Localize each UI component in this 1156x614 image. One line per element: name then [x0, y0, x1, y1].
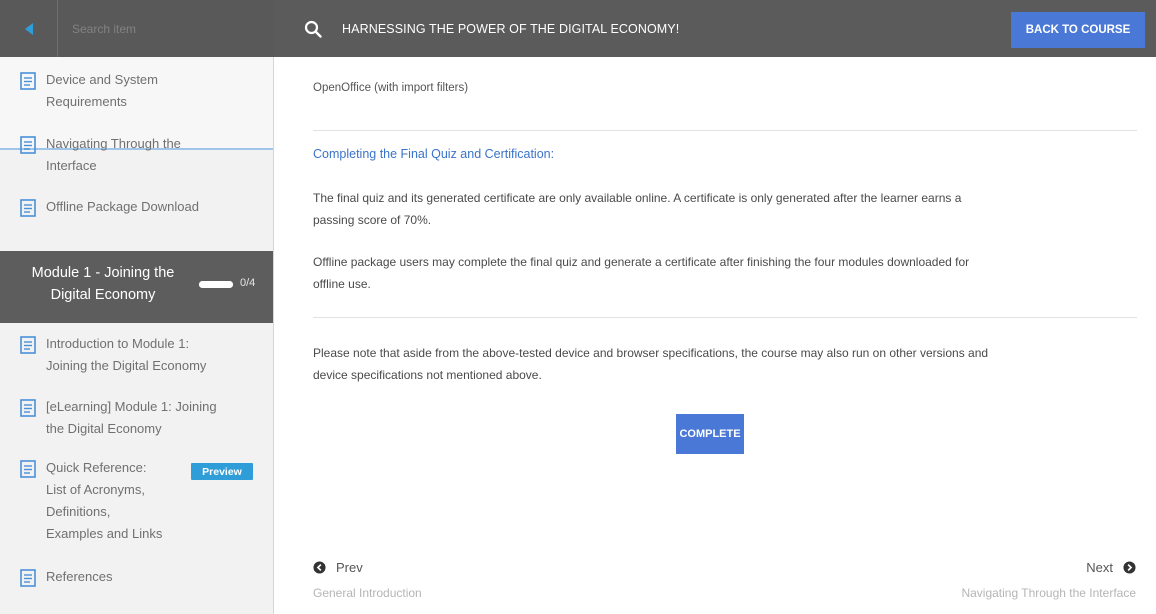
course-title: HARNESSING THE POWER OF THE DIGITAL ECON…	[342, 21, 680, 36]
sidebar-item-label: Quick Reference: List of Acronyms, Defin…	[46, 460, 163, 541]
document-icon	[20, 336, 36, 354]
module-title: Module 1 - Joining the Digital Economy	[31, 265, 175, 303]
search-area	[0, 0, 274, 57]
document-icon	[20, 136, 36, 154]
back-to-course-button[interactable]: BACK TO COURSE	[1011, 12, 1145, 48]
document-icon	[20, 399, 36, 417]
prev-lesson-title[interactable]: General Introduction	[313, 586, 422, 600]
lesson-content: OpenOffice (with import filters) Complet…	[275, 57, 1156, 614]
sidebar-item-offline-package[interactable]: Offline Package Download	[0, 196, 273, 226]
paragraph-offline-users: Offline package users may complete the f…	[313, 255, 970, 291]
sidebar-item-label: References	[46, 569, 113, 584]
paragraph-final-quiz: The final quiz and its generated certifi…	[313, 191, 962, 227]
sidebar-item-references[interactable]: References	[0, 566, 273, 596]
divider	[313, 317, 1137, 318]
paragraph-note: Please note that aside from the above-te…	[313, 346, 989, 382]
openoffice-text: OpenOffice (with import filters)	[313, 82, 469, 94]
back-arrow-icon[interactable]	[0, 0, 58, 57]
document-icon	[20, 569, 36, 587]
module-count: 0/4	[240, 277, 256, 289]
sidebar-item-label: Introduction to Module 1: Joining the Di…	[46, 336, 207, 373]
complete-button[interactable]: COMPLETE	[676, 414, 744, 454]
chevron-right-circle-icon	[1123, 561, 1136, 574]
section-heading: Completing the Final Quiz and Certificat…	[313, 147, 555, 161]
search-icon[interactable]	[304, 20, 322, 38]
search-input[interactable]	[58, 21, 258, 36]
sidebar-item-elearning-module-1[interactable]: [eLearning] Module 1: Joining the Digita…	[0, 396, 273, 446]
prev-label: Prev	[336, 560, 363, 575]
next-link[interactable]: Next	[1086, 560, 1136, 575]
module-progress-bar	[199, 281, 233, 288]
sidebar-item-label: Device and System Requirements	[46, 72, 158, 109]
chevron-left-circle-icon	[313, 561, 326, 574]
sidebar-item-intro-module-1[interactable]: Introduction to Module 1: Joining the Di…	[0, 333, 273, 383]
document-icon	[20, 72, 36, 90]
course-header: HARNESSING THE POWER OF THE DIGITAL ECON…	[274, 0, 1156, 57]
sidebar-item-label: Offline Package Download	[46, 199, 199, 214]
module-header[interactable]: Module 1 - Joining the Digital Economy 0…	[0, 251, 273, 323]
next-lesson-title[interactable]: Navigating Through the Interface	[961, 586, 1136, 600]
top-bar: HARNESSING THE POWER OF THE DIGITAL ECON…	[0, 0, 1156, 57]
sidebar-item-label: [eLearning] Module 1: Joining the Digita…	[46, 399, 217, 436]
divider	[313, 130, 1137, 131]
document-icon	[20, 460, 36, 478]
preview-badge[interactable]: Preview	[191, 463, 253, 480]
next-label: Next	[1086, 560, 1113, 575]
prev-link[interactable]: Prev	[313, 560, 363, 575]
document-icon	[20, 199, 36, 217]
module-progress-track	[199, 281, 233, 288]
sidebar: Device and System Requirements Navigatin…	[0, 57, 274, 614]
sidebar-item-navigating-interface[interactable]: Navigating Through the Interface	[0, 133, 273, 193]
sidebar-item-label: Navigating Through the Interface	[46, 136, 181, 173]
